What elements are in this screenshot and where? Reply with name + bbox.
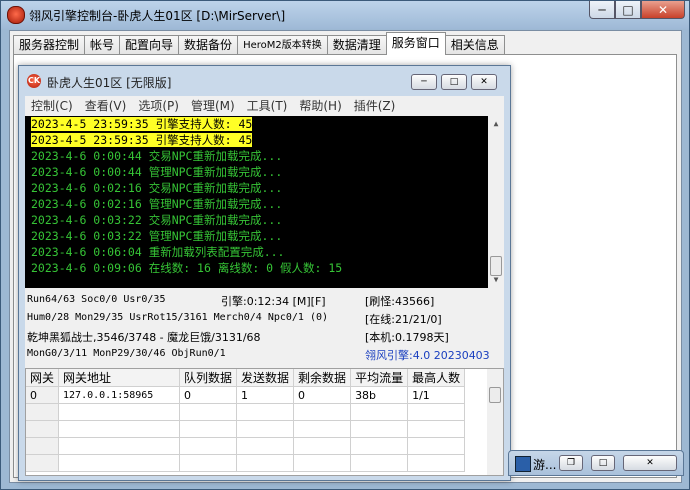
table-row — [26, 437, 466, 455]
column-header[interactable]: 网关 — [26, 369, 60, 387]
stat-online: [在线:21/21/0] — [365, 313, 442, 326]
stat-engine-time: 引擎:0:12:34 [M][F] — [221, 295, 326, 308]
column-header[interactable]: 最高人数 — [407, 369, 466, 387]
log-line: 2023-4-5 23:59:35 引擎支持人数: 45 — [31, 117, 253, 131]
table-header: 网关 网关地址 队列数据 发送数据 剩余数据 平均流量 最高人数 — [26, 369, 466, 387]
column-header[interactable]: 剩余数据 — [293, 369, 352, 387]
tab-data-cleanup[interactable]: 数据清理 — [326, 35, 387, 55]
log-line: 2023-4-6 0:02:16 管理NPC重新加载完成... — [31, 197, 283, 211]
tab-related-info[interactable]: 相关信息 — [444, 35, 505, 55]
engine-version: 翎风引擎:4.0 20230403 — [365, 349, 490, 362]
table-cell: 1 — [236, 386, 295, 404]
menu-help[interactable]: 帮助(H) — [293, 97, 347, 114]
table-row[interactable]: 0 127.0.0.1:58965 0 1 0 38b 1/1 — [26, 386, 466, 404]
restore-button[interactable]: ❐ — [559, 455, 583, 471]
table-cell: 0 — [179, 386, 238, 404]
column-header[interactable]: 平均流量 — [350, 369, 409, 387]
close-button[interactable]: ✕ — [641, 1, 685, 19]
stat-player: 乾坤黑狐战士,3546/3748 - 魔龙巨饿/3131/68 — [27, 331, 261, 344]
log-console[interactable]: 2023-4-5 23:59:35 引擎支持人数: 45 2023-4-5 23… — [25, 116, 504, 288]
column-header[interactable]: 发送数据 — [236, 369, 295, 387]
table-cell: 0 — [26, 386, 60, 404]
log-line: 2023-4-6 0:03:22 交易NPC重新加载完成... — [31, 213, 283, 227]
tab-strip: 服务器控制 帐号 配置向导 数据备份 HeroM2版本转换 数据清理 服务窗口 … — [13, 32, 505, 55]
table-row — [26, 454, 466, 472]
engine-logo-icon: CK — [27, 74, 41, 88]
minimized-window-label: 游... — [533, 458, 557, 472]
app-logo-icon — [7, 6, 25, 24]
window-controls: ─ □ ✕ — [589, 1, 685, 21]
table-cell: 127.0.0.1:58965 — [58, 386, 181, 404]
log-line: 2023-4-6 0:09:06 在线数: 16 离线数: 0 假人数: 15 — [31, 261, 343, 275]
stat-run: Run64/63 Soc0/0 Usr0/35 — [27, 294, 166, 305]
column-header[interactable]: 队列数据 — [179, 369, 238, 387]
tab-herom2-convert[interactable]: HeroM2版本转换 — [237, 35, 328, 55]
menu-bar: 控制(C) 查看(V) 选项(P) 管理(M) 工具(T) 帮助(H) 插件(Z… — [25, 96, 504, 114]
menu-options[interactable]: 选项(P) — [132, 97, 185, 114]
service-window: CK 卧虎人生01区 [无限版] ─ □ ✕ 控制(C) 查看(V) 选项(P)… — [18, 65, 511, 481]
menu-view[interactable]: 查看(V) — [79, 97, 133, 114]
gateway-table: 网关 网关地址 队列数据 发送数据 剩余数据 平均流量 最高人数 0 127.0… — [25, 368, 504, 476]
game-window-icon — [515, 456, 531, 472]
stat-mongen: MonG0/3/11 MonP29/30/46 ObjRun0/1 — [27, 348, 226, 359]
tab-server-control[interactable]: 服务器控制 — [13, 35, 86, 55]
menu-plugins[interactable]: 插件(Z) — [348, 97, 402, 114]
tab-config-wizard[interactable]: 配置向导 — [119, 35, 180, 55]
service-minimize-button[interactable]: ─ — [411, 74, 437, 90]
log-line: 2023-4-6 0:02:16 交易NPC重新加载完成... — [31, 181, 283, 195]
log-line: 2023-4-6 0:03:22 管理NPC重新加载完成... — [31, 229, 283, 243]
stat-local: [本机:0.1798天] — [365, 331, 449, 344]
log-line: 2023-4-6 0:00:44 管理NPC重新加载完成... — [31, 165, 283, 179]
service-title-bar[interactable]: CK 卧虎人生01区 [无限版] ─ □ ✕ — [19, 66, 510, 94]
menu-control[interactable]: 控制(C) — [25, 97, 79, 114]
menu-tools[interactable]: 工具(T) — [241, 97, 294, 114]
maximize-button[interactable]: □ — [615, 1, 641, 19]
tab-account[interactable]: 帐号 — [84, 35, 121, 55]
scrollbar-thumb[interactable] — [489, 387, 501, 403]
stat-refresh: [刷怪:43566] — [365, 295, 435, 308]
tab-data-backup[interactable]: 数据备份 — [178, 35, 239, 55]
table-scrollbar[interactable] — [487, 369, 503, 475]
service-window-title: 卧虎人生01区 [无限版] — [47, 76, 172, 90]
table-row — [26, 403, 466, 421]
minimize-button[interactable]: ─ — [589, 1, 615, 19]
minimized-window[interactable]: 游... ❐ □ ✕ — [508, 450, 684, 476]
tab-service-window[interactable]: 服务窗口 — [385, 32, 446, 55]
table-cell: 0 — [293, 386, 352, 404]
log-scrollbar[interactable]: ▲ ▼ — [488, 116, 504, 288]
column-header[interactable]: 网关地址 — [58, 369, 181, 387]
mini-close-button[interactable]: ✕ — [623, 455, 677, 471]
stat-hum: Hum0/28 Mon29/35 UsrRot15/3161 Merch0/4 … — [27, 312, 329, 323]
log-line: 2023-4-6 0:00:44 交易NPC重新加载完成... — [31, 149, 283, 163]
main-window: 翎风引擎控制台-卧虎人生01区 [D:\MirServer\] ─ □ ✕ 服务… — [0, 0, 690, 490]
service-body: 2023-4-5 23:59:35 引擎支持人数: 45 2023-4-5 23… — [25, 114, 504, 476]
scroll-down-icon[interactable]: ▼ — [488, 272, 504, 288]
table-cell: 38b — [350, 386, 409, 404]
scroll-up-icon[interactable]: ▲ — [488, 116, 504, 132]
window-title: 翎风引擎控制台-卧虎人生01区 [D:\MirServer\] — [29, 9, 286, 23]
log-line: 2023-4-5 23:59:35 引擎支持人数: 45 — [31, 133, 253, 147]
menu-manage[interactable]: 管理(M) — [185, 97, 241, 114]
service-close-button[interactable]: ✕ — [471, 74, 497, 90]
title-bar[interactable]: 翎风引擎控制台-卧虎人生01区 [D:\MirServer\] ─ □ ✕ — [1, 1, 689, 29]
mini-maximize-button[interactable]: □ — [591, 455, 615, 471]
table-cell: 1/1 — [407, 386, 466, 404]
table-row — [26, 420, 466, 438]
log-line: 2023-4-6 0:06:04 重新加载列表配置完成... — [31, 245, 285, 259]
service-maximize-button[interactable]: □ — [441, 74, 467, 90]
